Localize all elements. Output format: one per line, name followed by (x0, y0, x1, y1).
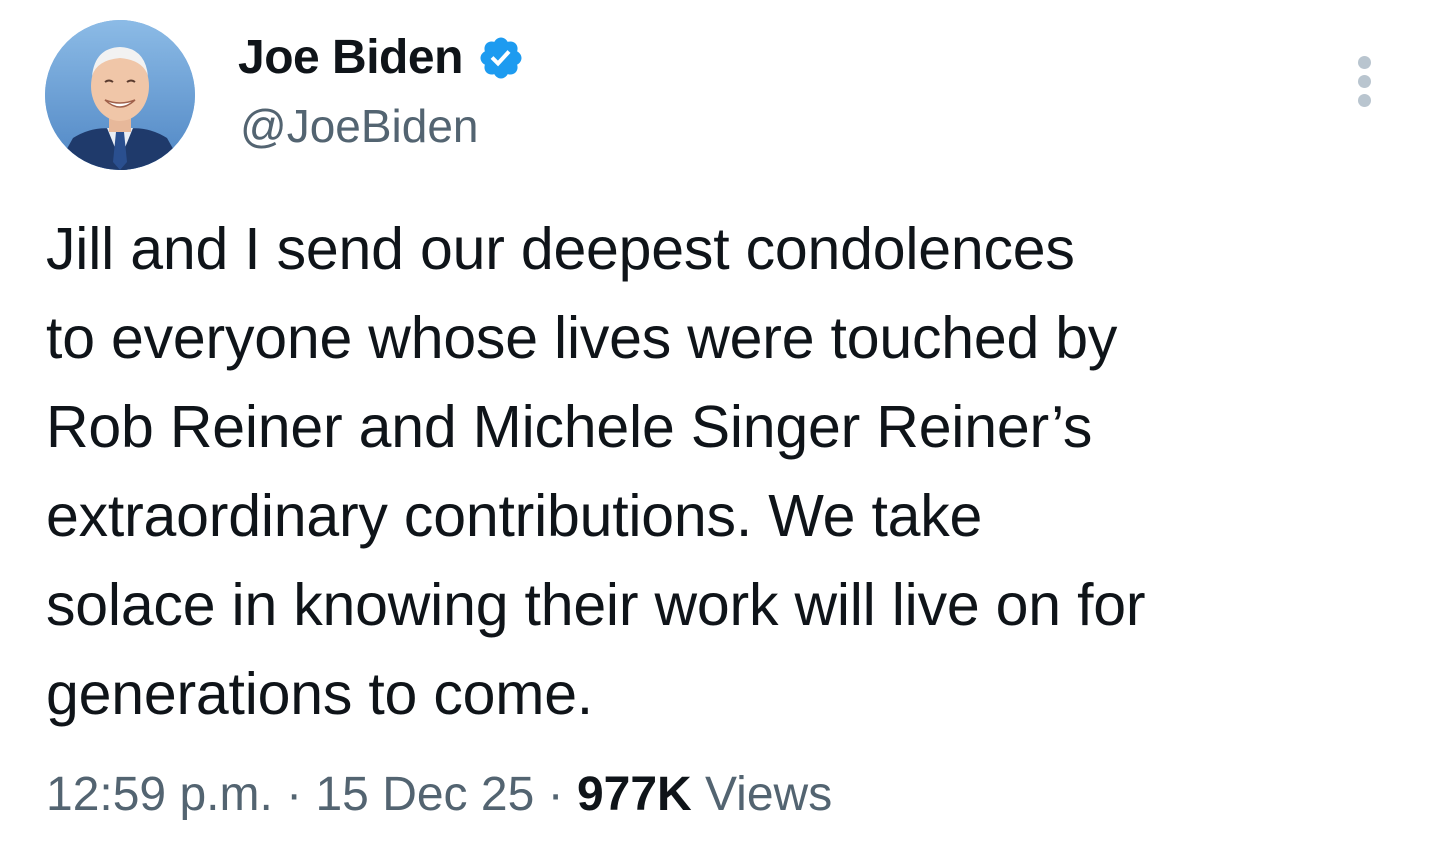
avatar[interactable] (45, 20, 195, 170)
verified-badge-icon[interactable] (477, 34, 525, 82)
more-dot (1358, 56, 1371, 69)
tweet-text: Jill and I send our deepest condolences … (46, 216, 1146, 727)
tweet-time[interactable]: 12:59 p.m. (46, 768, 273, 821)
more-dot (1358, 94, 1371, 107)
tweet-date[interactable]: 15 Dec 25 (315, 768, 534, 821)
tweet-meta: 12:59 p.m. · 15 Dec 25 · 977K Views (46, 765, 832, 825)
meta-separator: · (534, 768, 577, 821)
tweet: Joe Biden @JoeBiden Jill and I send our … (0, 0, 1440, 845)
meta-separator: · (272, 768, 316, 821)
more-vertical-icon[interactable] (1350, 52, 1380, 112)
author-handle[interactable]: @JoeBiden (240, 98, 479, 154)
views-label: Views (691, 768, 833, 821)
avatar-photo (45, 20, 195, 170)
views-count[interactable]: 977K (577, 768, 692, 821)
author-display-name[interactable]: Joe Biden (238, 30, 463, 86)
more-dot (1358, 75, 1371, 88)
author-name-row: Joe Biden (238, 30, 525, 86)
